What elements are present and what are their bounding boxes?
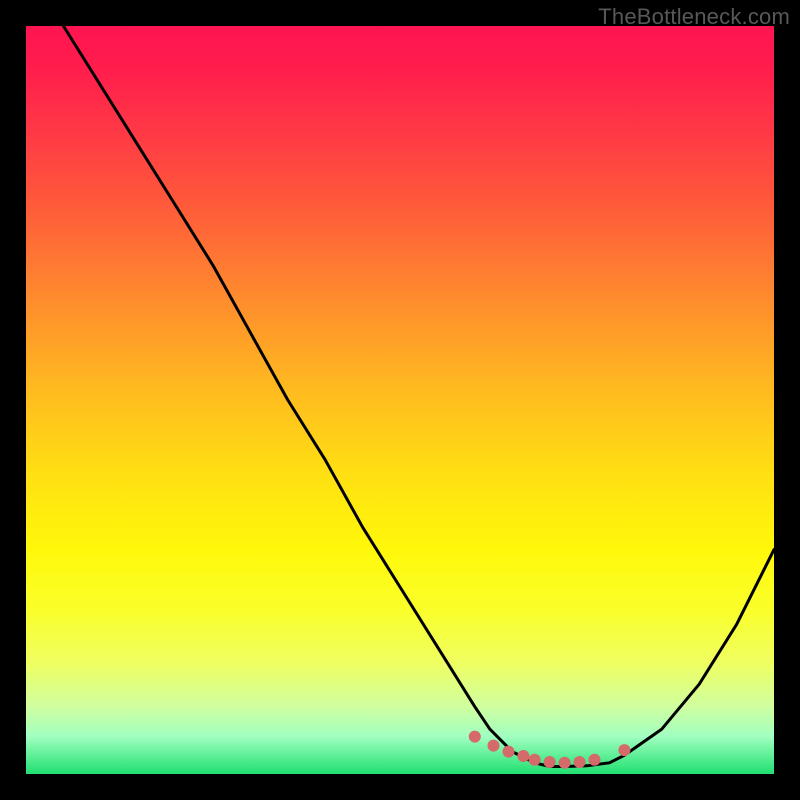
marker-dot — [589, 754, 601, 766]
marker-dot — [503, 746, 515, 758]
marker-dot — [469, 731, 481, 743]
marker-dot — [544, 756, 556, 768]
marker-dot — [618, 744, 630, 756]
marker-dot — [517, 750, 529, 762]
marker-dot — [559, 757, 571, 769]
bottleneck-curve — [63, 26, 774, 767]
plot-area — [26, 26, 774, 774]
marker-dot — [529, 754, 541, 766]
curve-layer — [26, 26, 774, 774]
chart-frame: TheBottleneck.com — [0, 0, 800, 800]
marker-dot — [574, 756, 586, 768]
marker-dot — [488, 740, 500, 752]
